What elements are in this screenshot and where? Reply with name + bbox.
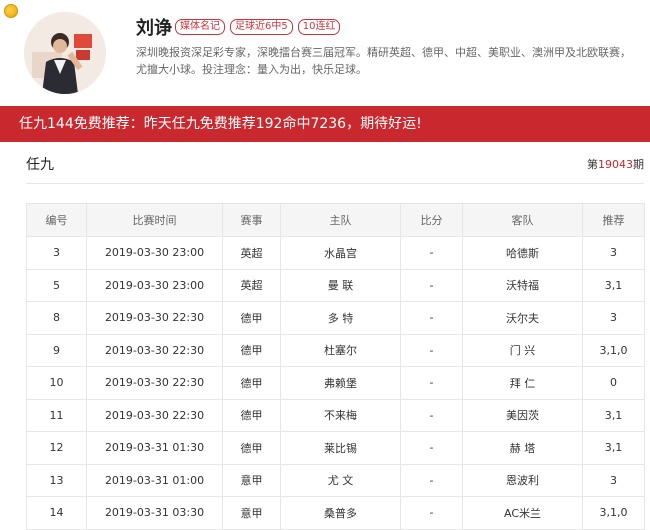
table-row: 11 2019-03-30 22:30 德甲 不来梅 - 美因茨 3,1 <box>26 398 645 432</box>
cell-away-team: 美因茨 <box>462 398 583 432</box>
header-away-team: 客队 <box>462 203 583 237</box>
cell-score: - <box>400 463 463 497</box>
table-body: 3 2019-03-30 23:00 英超 水晶宫 - 哈德斯 3 5 2019… <box>26 236 645 530</box>
badge-recent-record: 足球近6中5 <box>230 19 293 35</box>
cell-number: 9 <box>26 333 87 367</box>
cell-league: 英超 <box>222 236 281 270</box>
cell-home-team: 曼 联 <box>280 268 401 302</box>
cell-recommendation: 3,1,0 <box>582 333 645 367</box>
avatar-photo <box>24 12 106 94</box>
cell-home-team: 多 特 <box>280 301 401 335</box>
cell-score: - <box>400 496 463 530</box>
cell-recommendation: 3 <box>582 301 645 335</box>
cell-number: 5 <box>26 268 87 302</box>
cell-league: 德甲 <box>222 431 281 465</box>
avatar[interactable] <box>24 12 106 94</box>
cell-home-team: 莱比锡 <box>280 431 401 465</box>
cell-recommendation: 3,1 <box>582 268 645 302</box>
expert-name: 刘诤 <box>136 18 172 39</box>
cell-away-team: 沃特福 <box>462 268 583 302</box>
cell-match-time: 2019-03-30 23:00 <box>86 236 223 270</box>
header-league: 赛事 <box>222 203 281 237</box>
cell-recommendation: 3,1 <box>582 431 645 465</box>
cell-league: 德甲 <box>222 333 281 367</box>
table-row: 3 2019-03-30 23:00 英超 水晶宫 - 哈德斯 3 <box>26 236 645 270</box>
cell-away-team: 拜 仁 <box>462 366 583 400</box>
cell-match-time: 2019-03-30 22:30 <box>86 333 223 367</box>
expert-badges: 媒体名记 足球近6中5 10连红 <box>175 19 341 35</box>
table-row: 13 2019-03-31 01:00 意甲 尤 文 - 恩波利 3 <box>26 463 645 497</box>
cell-league: 意甲 <box>222 463 281 497</box>
cell-league: 德甲 <box>222 398 281 432</box>
cell-home-team: 桑普多 <box>280 496 401 530</box>
cell-match-time: 2019-03-30 23:00 <box>86 268 223 302</box>
cell-match-time: 2019-03-31 01:30 <box>86 431 223 465</box>
cell-away-team: 恩波利 <box>462 463 583 497</box>
matches-table: 编号 比赛时间 赛事 主队 比分 客队 推荐 3 2019-03-30 23:0… <box>26 203 645 530</box>
header-number: 编号 <box>26 203 87 237</box>
cell-recommendation: 3,1,0 <box>582 496 645 530</box>
table-row: 8 2019-03-30 22:30 德甲 多 特 - 沃尔夫 3 <box>26 301 645 335</box>
cell-match-time: 2019-03-30 22:30 <box>86 398 223 432</box>
expert-bio: 深圳晚报资深足彩专家，深晚擂台赛三届冠军。精研英超、德甲、中超、美职业、澳洲甲及… <box>136 46 631 76</box>
cell-match-time: 2019-03-31 03:30 <box>86 496 223 530</box>
cell-recommendation: 3 <box>582 236 645 270</box>
section-title: 任九 <box>26 157 54 173</box>
cell-score: - <box>400 366 463 400</box>
header-home-team: 主队 <box>280 203 401 237</box>
cell-number: 13 <box>26 463 87 497</box>
table-row: 14 2019-03-31 03:30 意甲 桑普多 - AC米兰 3,1,0 <box>26 496 645 530</box>
cell-home-team: 杜塞尔 <box>280 333 401 367</box>
header-score: 比分 <box>400 203 463 237</box>
cell-score: - <box>400 398 463 432</box>
issue-suffix: 期 <box>633 158 644 171</box>
cell-score: - <box>400 236 463 270</box>
cell-number: 11 <box>26 398 87 432</box>
cell-score: - <box>400 268 463 302</box>
cell-number: 10 <box>26 366 87 400</box>
expert-profile: 刘诤 媒体名记 足球近6中5 10连红 深圳晚报资深足彩专家，深晚擂台赛三届冠军… <box>0 0 650 100</box>
cell-number: 8 <box>26 301 87 335</box>
section-divider <box>26 183 644 184</box>
cell-away-team: 赫 塔 <box>462 431 583 465</box>
cell-away-team: 哈德斯 <box>462 236 583 270</box>
cell-number: 14 <box>26 496 87 530</box>
cell-match-time: 2019-03-31 01:00 <box>86 463 223 497</box>
issue-value: 19043 <box>598 158 633 171</box>
issue-number: 第19043期 <box>587 156 644 172</box>
cell-number: 12 <box>26 431 87 465</box>
badge-media: 媒体名记 <box>175 19 225 35</box>
issue-prefix: 第 <box>587 158 598 171</box>
table-row: 5 2019-03-30 23:00 英超 曼 联 - 沃特福 3,1 <box>26 268 645 302</box>
recommendation-banner: 任九144免费推荐：昨天任九免费推荐192命中7236，期待好运! <box>0 106 650 142</box>
cell-league: 英超 <box>222 268 281 302</box>
table-row: 10 2019-03-30 22:30 德甲 弗赖堡 - 拜 仁 0 <box>26 366 645 400</box>
table-row: 9 2019-03-30 22:30 德甲 杜塞尔 - 门 兴 3,1,0 <box>26 333 645 367</box>
cell-recommendation: 0 <box>582 366 645 400</box>
cell-away-team: AC米兰 <box>462 496 583 530</box>
cell-league: 德甲 <box>222 366 281 400</box>
cell-score: - <box>400 333 463 367</box>
table-row: 12 2019-03-31 01:30 德甲 莱比锡 - 赫 塔 3,1 <box>26 431 645 465</box>
cell-recommendation: 3,1 <box>582 398 645 432</box>
cell-home-team: 水晶宫 <box>280 236 401 270</box>
cell-league: 德甲 <box>222 301 281 335</box>
cell-recommendation: 3 <box>582 463 645 497</box>
cell-away-team: 门 兴 <box>462 333 583 367</box>
table-header-row: 编号 比赛时间 赛事 主队 比分 客队 推荐 <box>26 203 645 237</box>
cell-home-team: 不来梅 <box>280 398 401 432</box>
cell-home-team: 弗赖堡 <box>280 366 401 400</box>
banner-text: 任九144免费推荐：昨天任九免费推荐192命中7236，期待好运! <box>19 116 422 132</box>
cell-number: 3 <box>26 236 87 270</box>
badge-streak: 10连红 <box>297 19 341 35</box>
cell-match-time: 2019-03-30 22:30 <box>86 366 223 400</box>
cell-away-team: 沃尔夫 <box>462 301 583 335</box>
cell-match-time: 2019-03-30 22:30 <box>86 301 223 335</box>
cell-score: - <box>400 431 463 465</box>
cell-home-team: 尤 文 <box>280 463 401 497</box>
header-recommendation: 推荐 <box>582 203 645 237</box>
cell-league: 意甲 <box>222 496 281 530</box>
header-match-time: 比赛时间 <box>86 203 223 237</box>
cell-score: - <box>400 301 463 335</box>
